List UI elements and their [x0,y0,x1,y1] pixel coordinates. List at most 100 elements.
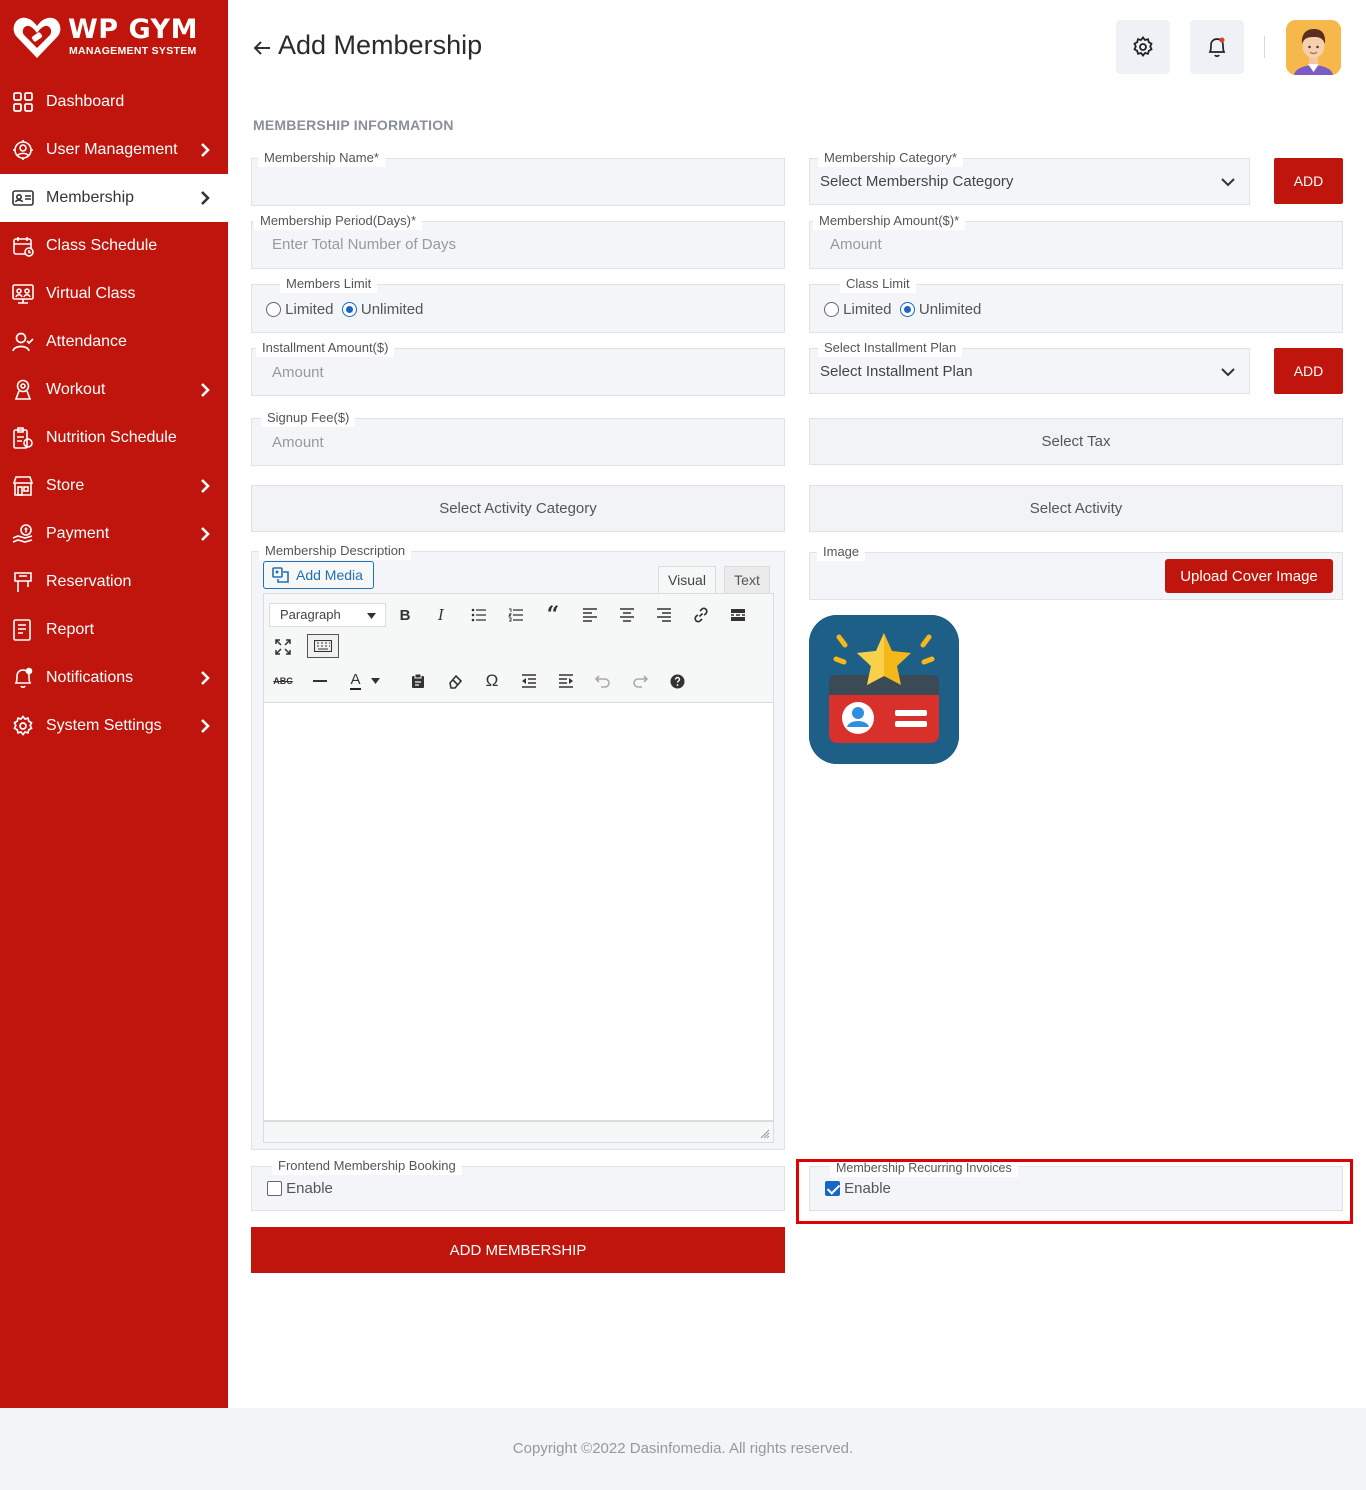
header-divider [1264,36,1265,58]
installment-amount-field[interactable]: Installment Amount($) Amount [251,339,785,396]
format-select[interactable]: Paragraph [269,603,386,627]
align-right-icon[interactable] [651,602,677,628]
resize-handle-icon[interactable] [760,1129,770,1139]
align-center-icon[interactable] [614,602,640,628]
format-select-value: Paragraph [280,607,341,622]
outdent-icon[interactable] [516,668,542,694]
sidebar-item-label: User Management [46,141,178,158]
radio-unlimited[interactable] [899,302,915,317]
add-installment-plan-button[interactable]: ADD [1274,348,1343,394]
upload-cover-image-button[interactable]: Upload Cover Image [1165,559,1333,593]
sidebar-item-membership[interactable]: Membership [0,174,228,222]
membership-description-editor: Membership Description Add Media Visual … [251,542,785,1150]
membership-period-field[interactable]: Membership Period(Days)* Enter Total Num… [251,212,785,269]
add-media-button[interactable]: Add Media [263,561,374,589]
chevron-right-icon [201,719,210,733]
horizontal-line-icon[interactable] [307,668,333,694]
sidebar-item-workout[interactable]: Workout [0,366,228,414]
chevron-right-icon [201,527,210,541]
sidebar-item-label: Payment [46,525,110,542]
field-label: Signup Fee($) [261,409,356,427]
sidebar-item-system-settings[interactable]: System Settings [0,702,228,750]
installment-amount-placeholder: Amount [272,364,324,381]
sidebar-item-dashboard[interactable]: Dashboard [0,78,228,126]
radio-label: Limited [285,301,334,318]
membership-name-field[interactable]: Membership Name* [251,149,785,206]
tab-text[interactable]: Text [724,566,770,594]
installment-plan-select[interactable]: Select Installment Plan Select Installme… [809,339,1250,394]
select-activity-category-button[interactable]: Select Activity Category [251,485,785,532]
redo-icon[interactable] [627,668,653,694]
field-label: Membership Description [259,542,412,560]
radio-label: Unlimited [918,301,982,318]
radio-limited[interactable] [266,302,281,317]
sidebar-item-user-management[interactable]: User Management [0,126,228,174]
clear-formatting-icon[interactable] [442,668,468,694]
sidebar-item-virtual-class[interactable]: Virtual Class [0,270,228,318]
settings-button[interactable] [1116,20,1170,74]
editor-content-area[interactable] [263,703,774,1121]
chevron-right-icon [201,479,210,493]
sidebar-item-payment[interactable]: Payment [0,510,228,558]
sidebar-nav: Dashboard User Management Membership Cla… [0,78,228,750]
sidebar-item-label: Notifications [46,669,134,686]
heart-logo-icon [13,17,61,58]
select-tax-button[interactable]: Select Tax [809,418,1343,465]
field-label: Frontend Membership Booking [272,1157,462,1175]
sidebar-item-nutrition-schedule[interactable]: Nutrition Schedule [0,414,228,462]
sidebar-item-label: Reservation [46,573,132,590]
tab-visual[interactable]: Visual [658,566,716,594]
sidebar-item-reservation[interactable]: Reservation [0,558,228,606]
highlight-box [796,1159,1353,1224]
membership-card-star-icon [809,615,959,764]
membership-amount-field[interactable]: Membership Amount($)* Amount [809,212,1343,269]
select-activity-button[interactable]: Select Activity [809,485,1343,532]
bold-icon[interactable]: B [392,602,418,628]
caret-down-icon [367,613,376,619]
gear-icon [1133,36,1153,57]
id-card-icon [12,187,34,209]
report-icon [12,619,34,641]
store-icon [12,475,34,497]
bullet-list-icon[interactable] [466,602,492,628]
avatar[interactable] [1286,20,1341,75]
undo-icon[interactable] [590,668,616,694]
italic-icon[interactable]: I [428,602,454,628]
add-media-label: Add Media [296,567,363,583]
radio-label: Unlimited [360,301,424,318]
add-category-button[interactable]: ADD [1274,158,1343,204]
brand-logo[interactable]: WP GYM MANAGEMENT SYSTEM [10,12,220,62]
class-limit-options: Limited Unlimited [824,301,981,318]
sidebar-item-class-schedule[interactable]: Class Schedule [0,222,228,270]
blockquote-icon[interactable]: “ [540,602,566,628]
back-arrow-icon[interactable] [252,38,272,58]
sidebar-item-attendance[interactable]: Attendance [0,318,228,366]
link-icon[interactable] [688,602,714,628]
sidebar-item-report[interactable]: Report [0,606,228,654]
field-label: Class Limit [840,275,916,293]
toolbar-toggle-icon[interactable] [307,634,339,658]
sidebar-item-label: Workout [46,381,106,398]
frontend-booking-checkbox[interactable] [267,1181,282,1196]
chevron-right-icon [201,671,210,685]
help-icon[interactable] [664,668,690,694]
text-color-icon[interactable]: A [344,668,386,694]
add-membership-button[interactable]: ADD MEMBERSHIP [251,1227,785,1273]
editor-toolbar: Paragraph B I “ ABC A Ω [263,593,774,703]
radio-unlimited[interactable] [341,302,357,317]
special-character-icon[interactable]: Ω [479,668,505,694]
fullscreen-icon[interactable] [270,634,296,660]
paste-text-icon[interactable] [405,668,431,694]
read-more-icon[interactable] [725,602,751,628]
strikethrough-icon[interactable]: ABC [270,668,296,694]
signup-fee-field[interactable]: Signup Fee($) Amount [251,409,785,466]
sidebar-item-notifications[interactable]: Notifications [0,654,228,702]
numbered-list-icon[interactable] [503,602,529,628]
membership-category-select[interactable]: Membership Category* Select Membership C… [809,149,1250,205]
calendar-icon [12,235,34,257]
align-left-icon[interactable] [577,602,603,628]
notifications-button[interactable] [1190,20,1244,74]
radio-limited[interactable] [824,302,839,317]
sidebar-item-store[interactable]: Store [0,462,228,510]
indent-icon[interactable] [553,668,579,694]
